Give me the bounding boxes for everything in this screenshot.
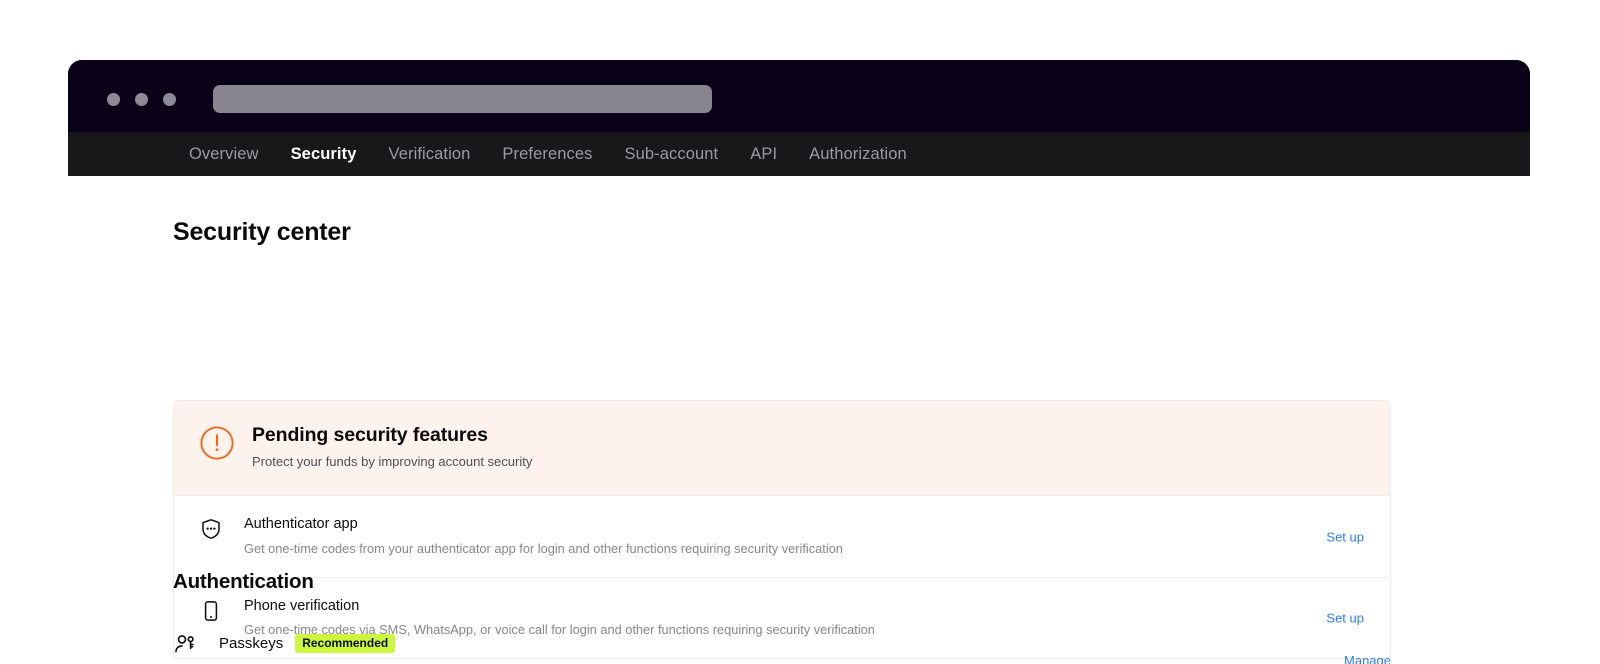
passkey-person-icon [173, 631, 197, 655]
manage-passkeys-link[interactable]: Manage [1344, 653, 1391, 664]
feature-title: Authenticator app [244, 516, 358, 533]
window-controls [107, 93, 176, 106]
nav-item-preferences[interactable]: Preferences [486, 145, 608, 164]
feature-row-authenticator-app[interactable]: Authenticator app Get one-time codes fro… [174, 495, 1390, 577]
browser-window: Overview Security Verification Preferenc… [68, 60, 1530, 664]
feature-description: Get one-time codes from your authenticat… [244, 540, 843, 556]
alert-circle-icon [200, 426, 234, 460]
address-bar-input[interactable] [213, 85, 712, 113]
screenshot-canvas: Overview Security Verification Preferenc… [0, 0, 1600, 664]
close-window-icon[interactable] [107, 93, 120, 106]
pending-banner-subtitle: Protect your funds by improving account … [252, 454, 533, 470]
pending-banner-title: Pending security features [252, 424, 488, 446]
minimize-window-icon[interactable] [135, 93, 148, 106]
page-content: Security center Pending security feature… [68, 176, 1530, 664]
recommended-badge: Recommended [295, 633, 396, 653]
authentication-section-heading: Authentication [173, 570, 314, 593]
page-title: Security center [173, 218, 351, 246]
passkeys-label: Passkeys [219, 634, 284, 652]
browser-titlebar [68, 60, 1530, 132]
maximize-window-icon[interactable] [163, 93, 176, 106]
pending-security-banner: Pending security features Protect your f… [174, 401, 1390, 496]
pending-security-features-card: Pending security features Protect your f… [173, 400, 1391, 660]
nav-item-overview[interactable]: Overview [173, 145, 275, 164]
passkeys-row[interactable]: Passkeys Recommended Manage [173, 631, 1391, 664]
mobile-phone-icon [200, 600, 222, 622]
feature-title: Phone verification [244, 597, 360, 614]
nav-item-api[interactable]: API [734, 145, 793, 164]
nav-item-security[interactable]: Security [275, 145, 373, 164]
nav-item-authorization[interactable]: Authorization [793, 145, 923, 164]
setup-phone-verification-link[interactable]: Set up [1326, 611, 1364, 626]
primary-navigation: Overview Security Verification Preferenc… [68, 132, 1530, 176]
feature-text-authenticator-app: Authenticator app Get one-time codes fro… [244, 516, 1364, 555]
nav-item-verification[interactable]: Verification [373, 145, 487, 164]
shield-dots-icon [200, 518, 222, 540]
setup-authenticator-app-link[interactable]: Set up [1326, 529, 1364, 544]
nav-item-sub-account[interactable]: Sub-account [608, 145, 734, 164]
pending-banner-text: Pending security features Protect your f… [252, 424, 533, 470]
